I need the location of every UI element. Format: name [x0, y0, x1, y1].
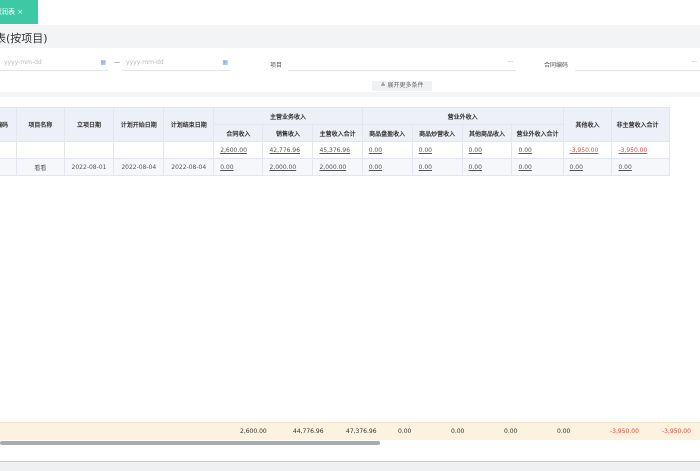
table-cell	[0, 141, 18, 159]
close-icon[interactable]: ×	[17, 8, 23, 16]
table-cell[interactable]: 0.00	[511, 141, 564, 159]
tab-label: 利润表	[0, 8, 15, 16]
header-nonop-total[interactable]: 营业外收入合计	[511, 124, 564, 142]
expand-more-button[interactable]: ≚ 展开更多条件	[372, 81, 432, 91]
total-cell: -3,950.00	[610, 428, 639, 435]
table-row: 看看 2022-08-01 2022-08-04 2022-08-04 0.00 2,00…	[0, 158, 670, 176]
table-cell	[163, 141, 215, 159]
tab-profit-report[interactable]: 利润表 ×	[0, 0, 38, 24]
divider	[0, 92, 700, 97]
contract-code-input[interactable]: ···	[575, 56, 700, 71]
header-non-main-total[interactable]: 非主营收入合计	[611, 107, 670, 142]
header-goods-income[interactable]: 商品炒营收入	[411, 124, 463, 142]
table-cell: 2022-08-04	[163, 158, 215, 176]
table-cell	[113, 141, 165, 159]
table-cell[interactable]: 0.00	[562, 158, 613, 176]
header-main-group: 主营业务收入	[213, 107, 363, 125]
table-cell[interactable]: 45,376.96	[312, 141, 363, 159]
table-cell	[16, 141, 65, 159]
total-cell: 47,376.96	[346, 428, 377, 435]
table-cell[interactable]: 0.00	[213, 158, 264, 176]
contract-lookup-button[interactable]: ···	[691, 56, 697, 70]
expand-label: 展开更多条件	[387, 82, 424, 89]
table-cell[interactable]: 0.00	[461, 141, 513, 159]
total-cell: 0.00	[504, 428, 518, 435]
summary-row: 2,600.00 42,776.96 45,376.96 0.00 0.00 0.00 0.…	[0, 141, 670, 159]
table-cell	[0, 158, 18, 176]
table-cell[interactable]: -3,950.00	[562, 141, 613, 159]
table-cell: 2022-08-04	[113, 158, 165, 176]
table-cell[interactable]: 2,000.00	[312, 158, 363, 176]
project-input[interactable]: ···	[288, 56, 516, 71]
page-title: 表(按项目)	[0, 32, 48, 45]
table-cell: 看看	[16, 158, 65, 176]
calendar-icon[interactable]: ▦	[222, 56, 228, 70]
date-start-placeholder: yyyy-mm-dd	[4, 59, 42, 66]
header-inventory-income[interactable]: 商品盘盈收入	[361, 124, 413, 142]
header-code[interactable]: 编码	[0, 107, 18, 142]
header-name[interactable]: 项目名称	[16, 107, 65, 142]
header-plan-start[interactable]: 计划开始日期	[113, 107, 165, 142]
table-cell[interactable]: 2,000.00	[262, 158, 314, 176]
table-cell[interactable]: 0.00	[411, 141, 463, 159]
header-other-group: 营业外收入	[361, 107, 564, 125]
table-cell[interactable]: 42,776.96	[262, 141, 314, 159]
header-other-income[interactable]: 其他收入	[562, 107, 613, 142]
table-cell	[63, 141, 115, 159]
total-cell: -3,950.00	[662, 428, 691, 435]
chevron-double-down-icon: ≚	[380, 82, 386, 89]
calendar-icon[interactable]: ▦	[100, 56, 106, 70]
date-end-input[interactable]: yyyy-mm-dd ▦	[122, 56, 230, 71]
header-sales-income[interactable]: 销售收入	[262, 124, 314, 142]
total-cell: 44,776.96	[293, 428, 324, 435]
project-label: 项目	[270, 62, 283, 69]
total-cell: 0.00	[451, 428, 465, 435]
total-cell: 2,600.00	[240, 428, 267, 435]
table-cell[interactable]: -3,950.00	[611, 141, 670, 159]
header-contract-income[interactable]: 合同收入	[213, 124, 264, 142]
header-other-goods-income[interactable]: 其他商品收入	[461, 124, 513, 142]
table-cell[interactable]: 0.00	[511, 158, 564, 176]
table-cell[interactable]: 0.00	[361, 158, 413, 176]
date-start-input[interactable]: yyyy-mm-dd ▦	[0, 56, 108, 71]
table-cell[interactable]: 0.00	[361, 141, 413, 159]
table-cell[interactable]: 0.00	[411, 158, 463, 176]
report-table: 编码 项目名称 立项日期 计划开始日期 计划结束日期 主营业务收入 营业外收入 …	[0, 107, 670, 176]
header-plan-end[interactable]: 计划结束日期	[163, 107, 215, 142]
date-end-placeholder: yyyy-mm-dd	[126, 59, 164, 66]
header-setup-date[interactable]: 立项日期	[63, 107, 115, 142]
header-main-total[interactable]: 主营收入合计	[312, 124, 363, 142]
table-cell: 2022-08-01	[63, 158, 115, 176]
project-lookup-button[interactable]: ···	[507, 56, 513, 70]
contract-code-label: 合同编码	[544, 62, 569, 69]
table-cell[interactable]: 0.00	[461, 158, 513, 176]
range-separator: —	[114, 59, 120, 66]
horizontal-scrollbar[interactable]	[0, 441, 380, 445]
total-cell: 0.00	[398, 428, 412, 435]
total-cell: 0.00	[557, 428, 571, 435]
table-cell[interactable]: 0.00	[611, 158, 670, 176]
title-bar	[0, 25, 700, 48]
table-cell[interactable]: 2,600.00	[213, 141, 264, 159]
totals-row: 2,600.00 44,776.96 47,376.96 0.00 0.00 0.00 0.…	[0, 422, 700, 440]
